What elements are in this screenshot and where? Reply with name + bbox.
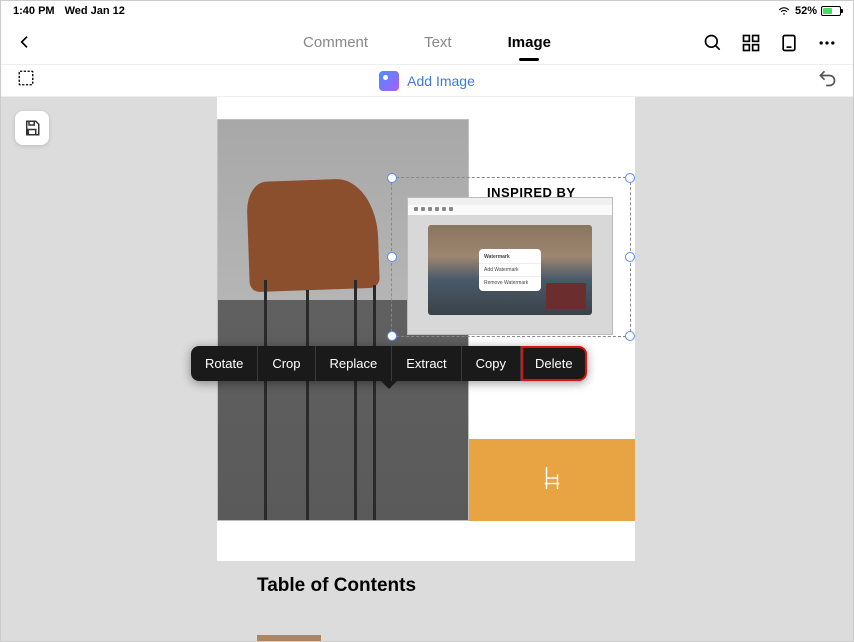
resize-handle-mr[interactable] — [625, 252, 635, 262]
canvas[interactable]: INSPIRED BY Watermark Add Watermark Remo… — [1, 97, 853, 641]
battery-icon — [821, 6, 841, 16]
orange-panel — [469, 439, 635, 521]
inspired-by-label: INSPIRED BY — [487, 185, 576, 200]
resize-handle-tl[interactable] — [387, 173, 397, 183]
ctx-crop[interactable]: Crop — [258, 346, 315, 381]
search-icon[interactable] — [703, 33, 723, 53]
resize-handle-ml[interactable] — [387, 252, 397, 262]
resize-handle-br[interactable] — [625, 331, 635, 341]
toc-heading: Table of Contents — [257, 575, 416, 597]
ctx-rotate[interactable]: Rotate — [191, 346, 258, 381]
add-image-icon — [379, 71, 399, 91]
battery-percent: 52% — [795, 5, 817, 17]
add-image-label: Add Image — [407, 73, 475, 89]
resize-handle-tr[interactable] — [625, 173, 635, 183]
ctx-extract[interactable]: Extract — [392, 346, 461, 381]
selection-tool-icon[interactable] — [17, 69, 35, 92]
more-icon[interactable] — [817, 33, 837, 53]
document-page: INSPIRED BY Watermark Add Watermark Remo… — [217, 97, 635, 561]
add-image-button[interactable]: Add Image — [379, 71, 475, 91]
selection-box[interactable] — [391, 177, 631, 337]
ctx-delete[interactable]: Delete — [521, 346, 587, 381]
back-button[interactable] — [17, 29, 33, 56]
ctx-copy[interactable]: Copy — [462, 346, 521, 381]
resize-handle-bl[interactable] — [387, 331, 397, 341]
save-button[interactable] — [15, 111, 49, 145]
toc-image-stub — [257, 635, 321, 641]
page-icon[interactable] — [779, 33, 799, 53]
ctx-replace[interactable]: Replace — [316, 346, 393, 381]
undo-icon[interactable] — [817, 68, 837, 93]
grid-icon[interactable] — [741, 33, 761, 53]
status-date: Wed Jan 12 — [65, 5, 125, 17]
tab-image[interactable]: Image — [508, 34, 551, 51]
status-bar: 1:40 PM Wed Jan 12 52% — [1, 1, 853, 21]
chair-icon — [541, 465, 563, 496]
nav-bar: Comment Text Image — [1, 21, 853, 65]
toolbar: Add Image — [1, 65, 853, 97]
nav-tabs: Comment Text Image — [303, 34, 551, 51]
tab-text[interactable]: Text — [424, 34, 452, 51]
wifi-icon — [777, 3, 791, 20]
image-context-menu: Rotate Crop Replace Extract Copy Delete — [191, 346, 587, 381]
status-time: 1:40 PM — [13, 5, 55, 17]
tab-comment[interactable]: Comment — [303, 34, 368, 51]
